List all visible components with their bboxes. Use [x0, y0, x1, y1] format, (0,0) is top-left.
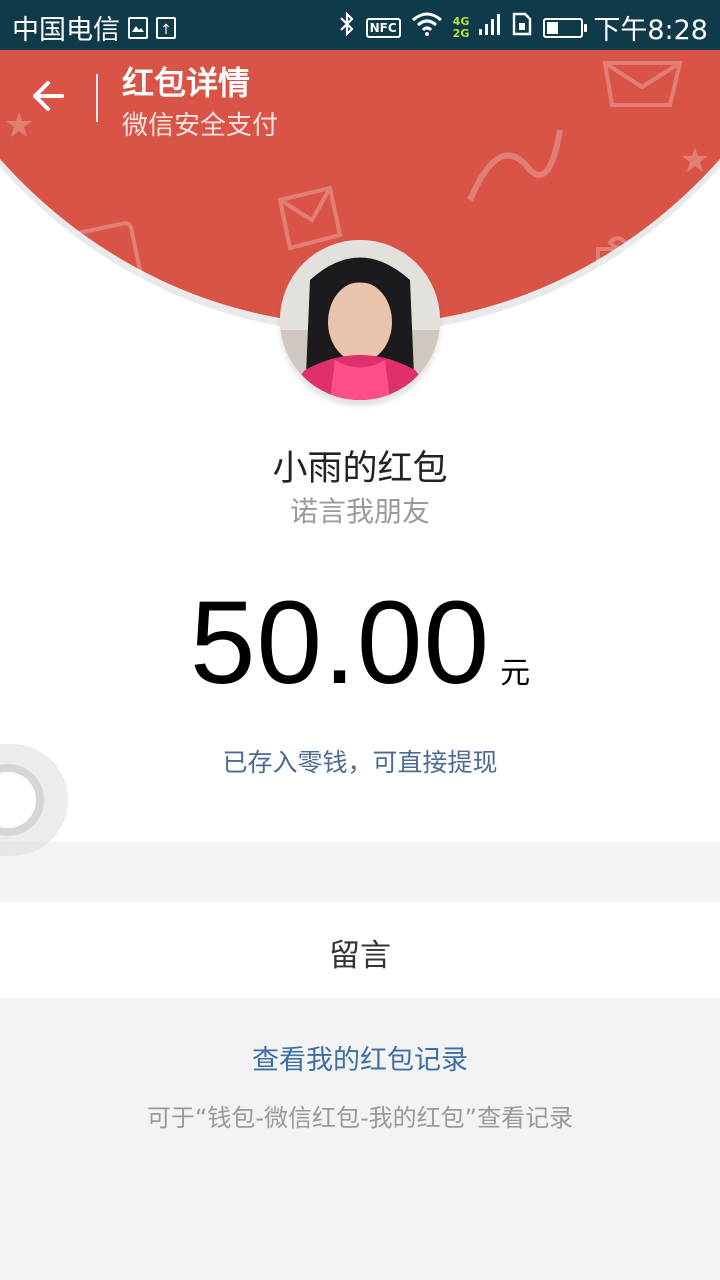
page-subtitle: 微信安全支付 — [122, 111, 279, 141]
back-button[interactable] — [28, 74, 72, 118]
records-hint: 可于“钱包-微信红包-我的红包”查看记录 — [146, 1104, 574, 1132]
amount-row: 50.00 元 — [0, 575, 720, 711]
signal-icon — [479, 11, 501, 44]
nfc-icon: NFC — [365, 17, 401, 38]
amount-value: 50.00 — [189, 577, 491, 709]
network-type-label: 4G 2G — [452, 14, 470, 40]
greeting-message: 诺言我朋友 — [289, 495, 430, 528]
gift-card-doodle-icon — [60, 221, 143, 295]
amount-unit: 元 — [500, 656, 531, 691]
upload-icon: ↑ — [156, 16, 176, 39]
avatar[interactable] — [280, 240, 440, 400]
gift-box-doodle-icon — [596, 236, 666, 287]
deposit-note-link[interactable]: 已存入零钱，可直接提现 — [0, 743, 720, 779]
message-section[interactable]: 留言 — [0, 902, 720, 998]
message-label: 留言 — [329, 938, 391, 974]
clock: 下午8:28 — [593, 15, 708, 46]
page-title: 红包详情 — [122, 64, 251, 102]
back-arrow-icon — [33, 81, 64, 111]
toolbar: 红包详情 微信安全支付 — [0, 50, 720, 146]
battery-level-fill — [547, 21, 559, 34]
floating-button-core-icon — [0, 772, 36, 828]
sim-icon — [511, 12, 533, 43]
carrier-label: 中国电信 — [12, 15, 120, 46]
toolbar-divider — [96, 74, 98, 122]
view-my-red-packet-records-link[interactable]: 查看我的红包记录 — [0, 1038, 720, 1077]
star-doodle-icon-2 — [682, 147, 708, 172]
image-icon — [128, 16, 148, 39]
wifi-icon — [411, 12, 443, 43]
avatar-photo — [280, 240, 440, 400]
bluetooth-icon — [338, 11, 356, 44]
sender-name: 小雨的红包 — [272, 449, 448, 489]
status-bar: 中国电信 ↑ NFC 4G 2G 下午8:28 — [0, 0, 720, 50]
battery-icon — [543, 17, 588, 38]
screen: 中国电信 ↑ NFC 4G 2G 下午8:28 红包详情 微信安全支付 小雨的红… — [0, 0, 720, 1280]
